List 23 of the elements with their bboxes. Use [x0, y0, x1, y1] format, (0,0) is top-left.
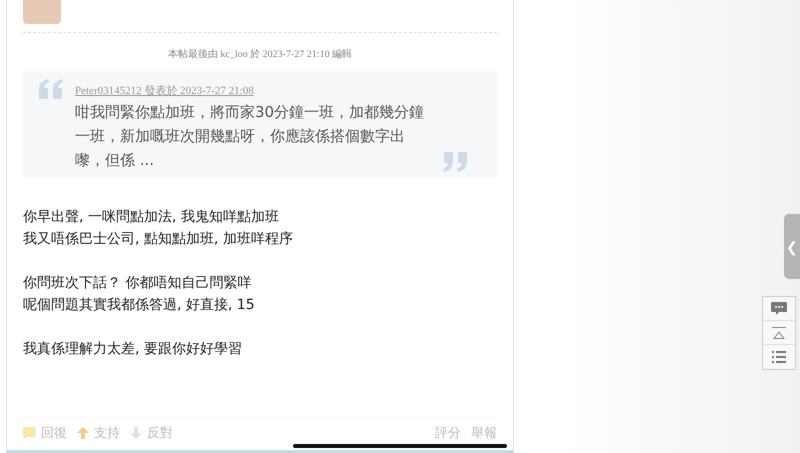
post-text-line: 你問班次下話？ 你都唔知自己問緊咩 [23, 274, 252, 293]
comment-icon [771, 302, 787, 316]
quote-author-link[interactable]: Peter03145212 發表於 2023-7-27 21:08 [75, 85, 254, 97]
down-arrow-icon [130, 427, 142, 439]
edit-note: 本帖最後由 kc_loo 於 2023-7-27 21:10 編輯 [166, 48, 354, 61]
post-action-link[interactable]: 舉報 [471, 424, 497, 442]
post-text-line: 我又唔係巴士公司, 點知點加班, 加班咩程序 [23, 230, 294, 249]
list-icon [772, 351, 786, 363]
speech-bubble-icon [23, 427, 36, 439]
post-action-link[interactable]: 評分 [435, 424, 461, 442]
side-panel-tab[interactable]: ❮ [784, 214, 800, 279]
close-quote-icon [443, 152, 467, 172]
open-quote-icon [39, 79, 63, 99]
post-text-line: 我真係理解力太差, 要跟你好好學習 [23, 340, 243, 359]
avatar-placeholder [23, 0, 61, 24]
quote-text: 咁我問緊你點加班，將而家30分鐘一班，加都幾分鐘一班，新加嘅班次開幾點呀，你應該係搭個數字出嚟，但係 ... [75, 102, 426, 171]
support-link[interactable]: 支持 [77, 424, 120, 442]
back-to-top-icon [772, 326, 786, 338]
up-arrow-icon [77, 427, 89, 439]
post-text-line: 你早出聲, 一咪問點加法, 我鬼知咩點加班 [23, 208, 280, 227]
oppose-link[interactable]: 反對 [130, 424, 173, 442]
reply-link[interactable]: 回復 [23, 424, 67, 442]
post-text-line: 呢個問題其實我都係答過, 好直接, 15 [23, 296, 256, 315]
